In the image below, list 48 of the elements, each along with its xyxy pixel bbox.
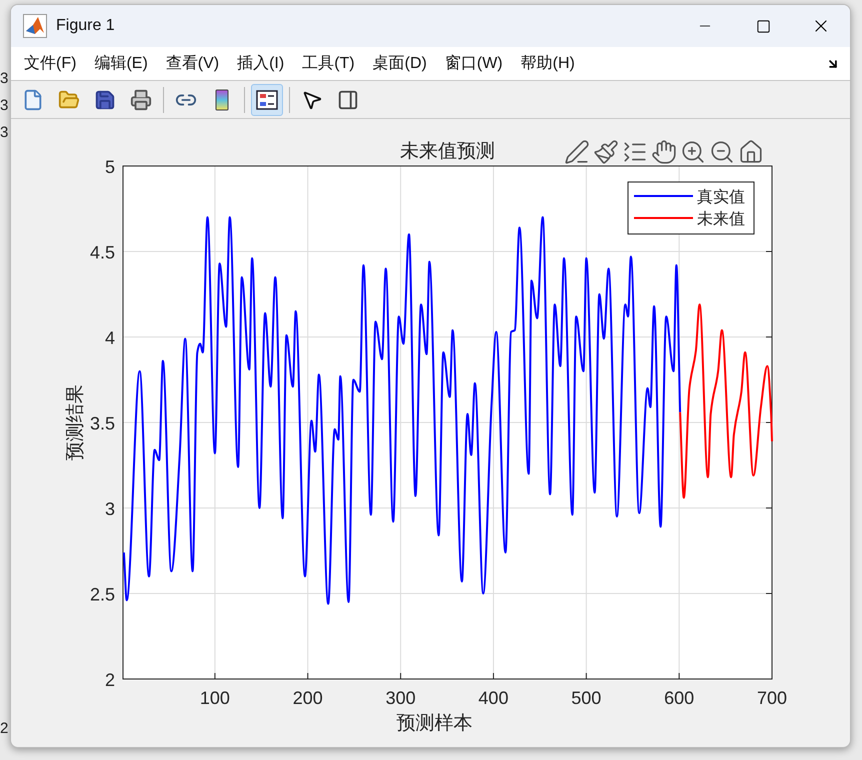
toolbar-button[interactable] bbox=[251, 84, 283, 116]
x-tick-label: 200 bbox=[292, 688, 323, 708]
panel-icon bbox=[337, 88, 359, 110]
y-tick-label: 4.5 bbox=[90, 242, 115, 262]
legend-label: 真实值 bbox=[697, 187, 745, 206]
menu-item[interactable]: 查看(V) bbox=[160, 50, 224, 78]
printer-icon bbox=[130, 88, 152, 110]
folder-icon bbox=[58, 88, 80, 110]
y-tick-label: 3 bbox=[104, 499, 115, 519]
x-tick-label: 400 bbox=[478, 688, 508, 708]
new-file-icon bbox=[22, 88, 44, 110]
menu-item[interactable]: 工具(T) bbox=[297, 50, 360, 78]
background-text: 3 bbox=[0, 69, 8, 89]
zoom-in-icon[interactable] bbox=[680, 139, 706, 165]
x-tick-label: 700 bbox=[756, 688, 788, 708]
pan-icon[interactable] bbox=[651, 139, 677, 165]
y-tick-label: 4 bbox=[104, 328, 115, 348]
data-tip-icon[interactable] bbox=[564, 139, 590, 165]
menu-item[interactable]: 插入(I) bbox=[232, 50, 290, 78]
menu-item[interactable]: 桌面(D) bbox=[368, 50, 432, 78]
save-icon bbox=[94, 88, 116, 110]
legend-icon bbox=[256, 88, 278, 110]
background-text: 3 bbox=[0, 96, 8, 116]
y-tick-label: 2.5 bbox=[90, 584, 115, 604]
x-tick-label: 600 bbox=[664, 688, 694, 708]
pointer-icon bbox=[301, 88, 323, 110]
menu-item[interactable]: 文件(F) bbox=[19, 50, 82, 78]
home-icon[interactable] bbox=[738, 139, 764, 165]
brush-icon[interactable] bbox=[593, 139, 619, 165]
window-title: Figure 1 bbox=[56, 16, 115, 36]
background-text: 2 bbox=[0, 719, 8, 739]
legend-label: 未来值 bbox=[697, 209, 745, 228]
zoom-out-icon[interactable] bbox=[709, 139, 735, 165]
x-tick-label: 500 bbox=[571, 688, 602, 708]
menu-item[interactable]: 窗口(W) bbox=[440, 50, 508, 78]
y-axis-label: 预测结果 bbox=[64, 384, 86, 460]
y-tick-label: 2 bbox=[104, 670, 115, 690]
y-tick-label: 5 bbox=[104, 157, 115, 177]
x-tick-label: 300 bbox=[386, 688, 416, 708]
background-text: 3 bbox=[0, 123, 8, 143]
maximize-icon[interactable] bbox=[756, 18, 770, 34]
app-logo-icon bbox=[23, 14, 47, 38]
x-tick-label: 100 bbox=[200, 688, 230, 708]
y-tick-label: 3.5 bbox=[90, 414, 115, 434]
x-axis-label: 预测样本 bbox=[396, 712, 472, 734]
chart-title: 未来值预测 bbox=[400, 140, 495, 162]
menu-item[interactable]: 帮助(H) bbox=[516, 50, 580, 78]
menu-item[interactable]: 编辑(E) bbox=[89, 50, 153, 78]
